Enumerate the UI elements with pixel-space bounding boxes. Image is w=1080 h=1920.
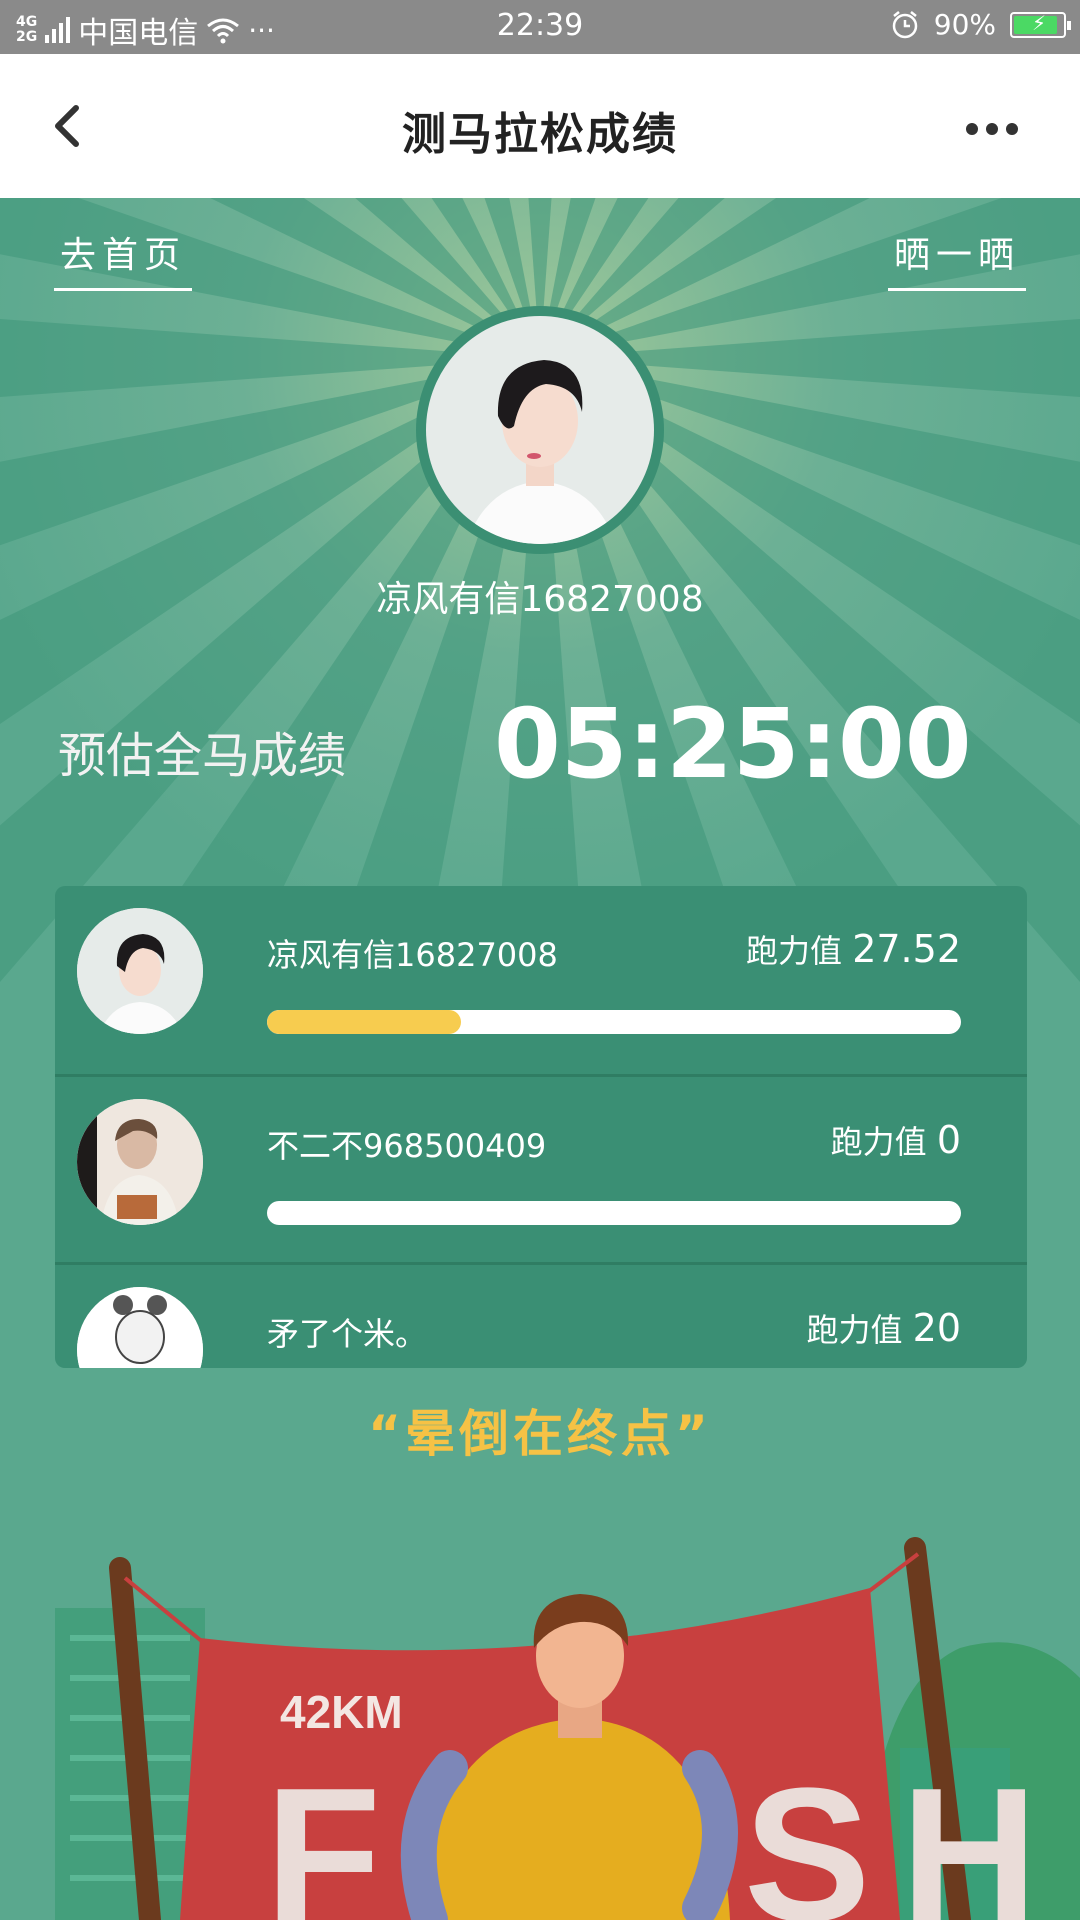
user-avatar xyxy=(416,306,664,554)
ranking-avatar xyxy=(77,908,203,1034)
banner-distance: 42KM xyxy=(280,1686,403,1738)
ranking-name: 矛了个米。 xyxy=(267,1315,428,1353)
ranking-score: 跑力值 27.52 xyxy=(746,927,961,971)
ranking-score: 跑力值 20 xyxy=(806,1306,961,1350)
ranking-avatar xyxy=(77,1099,203,1225)
ranking-name: 凉风有信16827008 xyxy=(267,936,558,974)
status-right: 90% ⚡ xyxy=(890,8,1071,41)
ranking-row[interactable]: 不二不968500409 跑力值 0 xyxy=(55,1074,1027,1265)
alarm-icon xyxy=(892,10,918,38)
share-link[interactable]: 晒一晒 xyxy=(887,226,1026,291)
ranking-score: 跑力值 0 xyxy=(830,1118,961,1162)
app-header: 测马拉松成绩 xyxy=(0,54,1080,198)
battery-percent: 90% xyxy=(933,8,996,41)
result-page: 去首页 晒一晒 凉风有信16827008 预估全马成绩 05:25:00 凉风有… xyxy=(0,198,1080,1920)
finish-line-illustration: 42KM FINISH xyxy=(55,1537,1080,1920)
battery-icon: ⚡ xyxy=(1010,11,1071,38)
user-name: 凉风有信16827008 xyxy=(376,579,704,620)
ranking-row[interactable]: 凉风有信16827008 跑力值 27.52 xyxy=(55,886,1027,1074)
prediction-label: 预估全马成绩 xyxy=(58,728,347,784)
ranking-progress-bar xyxy=(267,1201,961,1225)
more-button[interactable] xyxy=(966,114,1026,144)
prediction-value: 05:25:00 xyxy=(494,688,972,800)
status-bar: 4G 2G 中国电信 ··· 22:39 90% ⚡ xyxy=(0,0,1080,54)
slogan: “晕倒在终点” xyxy=(368,1405,712,1463)
ranking-avatar xyxy=(77,1287,203,1368)
more-dots-icon xyxy=(966,123,978,135)
go-home-link[interactable]: 去首页 xyxy=(54,226,193,291)
ranking-name: 不二不968500409 xyxy=(267,1127,547,1165)
ranking-list[interactable]: 凉风有信16827008 跑力值 27.52 不二不968500409 跑力值 … xyxy=(55,886,1027,1368)
ranking-progress-bar xyxy=(267,1010,961,1034)
ranking-row[interactable]: 矛了个米。 跑力值 20 xyxy=(55,1262,1027,1368)
portrait-image xyxy=(426,316,654,544)
page-title: 测马拉松成绩 xyxy=(402,109,678,160)
